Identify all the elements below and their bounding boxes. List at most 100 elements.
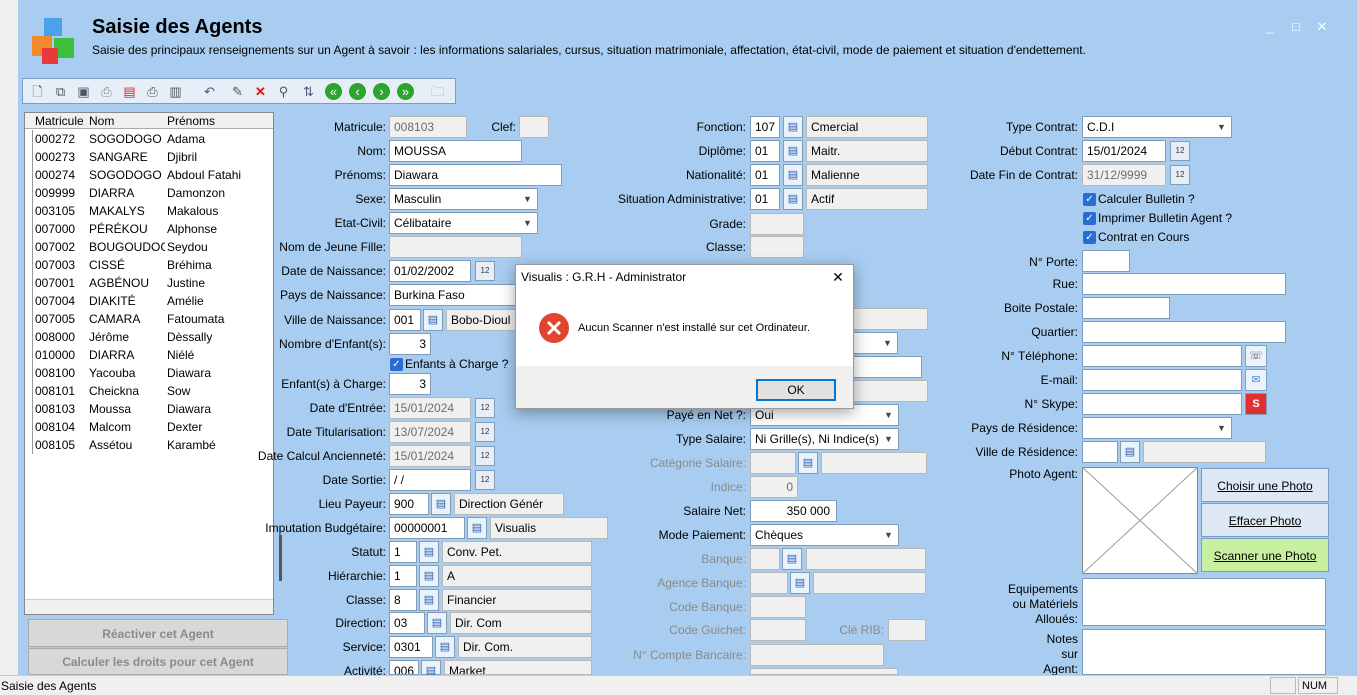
lookup-icon[interactable]: ▤	[427, 612, 447, 634]
calendar-icon[interactable]: 12	[475, 261, 495, 281]
lookup-icon[interactable]: ▤	[419, 589, 439, 611]
chevron-down-icon[interactable]: ▼	[519, 190, 536, 208]
nb-enfants-field[interactable]: 3	[389, 333, 431, 355]
lookup-icon[interactable]: ▤	[782, 548, 802, 570]
pdf-icon[interactable]: ▤	[121, 83, 138, 100]
search-icon[interactable]: ⚲	[275, 83, 292, 100]
clef-field[interactable]	[519, 116, 549, 138]
delete-icon[interactable]: ✕	[252, 83, 269, 100]
copy-icon[interactable]: ⧉	[52, 83, 69, 100]
debut-contrat-field[interactable]: 15/01/2024	[1082, 140, 1166, 162]
close-button[interactable]: ✕	[1314, 19, 1330, 35]
imputation-code[interactable]: 00000001	[389, 517, 465, 539]
enfants-charge-checkbox[interactable]: ✓	[390, 358, 403, 371]
lieu-payeur-code[interactable]: 900	[389, 493, 429, 515]
calendar-icon[interactable]: 12	[1170, 141, 1190, 161]
lookup-icon[interactable]: ▤	[1120, 441, 1140, 463]
table-row[interactable]: 008105 Assétou Karambé	[25, 436, 273, 454]
dialog-close-button[interactable]: ✕	[826, 267, 850, 287]
table-row[interactable]: 008101 Cheickna Sow	[25, 382, 273, 400]
edit-icon[interactable]: ✎	[229, 83, 246, 100]
row-marker[interactable]	[25, 418, 33, 436]
date-sortie-field[interactable]: / /	[389, 469, 471, 491]
table-row[interactable]: 007003 CISSÉ Bréhima	[25, 256, 273, 274]
direction-code[interactable]: 03	[389, 612, 425, 634]
nom-field[interactable]: MOUSSA	[389, 140, 522, 162]
skype-field[interactable]	[1082, 393, 1242, 415]
chevron-down-icon[interactable]: ▼	[519, 214, 536, 232]
print-preview-icon[interactable]: ⎙	[98, 83, 115, 100]
calendar-icon[interactable]: 12	[475, 470, 495, 490]
undo-icon[interactable]: ↶	[201, 83, 218, 100]
service-code[interactable]: 0301	[389, 636, 433, 658]
type-salaire-select[interactable]: Ni Grille(s), Ni Indice(s) ▼	[750, 428, 899, 450]
calculer-bulletin-checkbox[interactable]: ✓	[1083, 193, 1096, 206]
lookup-icon[interactable]: ▤	[783, 140, 803, 162]
row-marker[interactable]	[25, 328, 33, 346]
row-marker[interactable]	[25, 202, 33, 220]
table-row[interactable]: 000272 SOGODOGO Adama	[25, 130, 273, 148]
date-anciennete-field[interactable]: 15/01/2024	[389, 445, 471, 467]
lookup-icon[interactable]: ▤	[783, 188, 803, 210]
lookup-icon[interactable]: ▤	[421, 660, 441, 677]
email-icon[interactable]: ✉	[1245, 369, 1267, 391]
table-row[interactable]: 008103 Moussa Diawara	[25, 400, 273, 418]
boite-postale-field[interactable]	[1082, 297, 1170, 319]
enfants-charge-field[interactable]: 3	[389, 373, 431, 395]
reactivate-agent-button[interactable]: Réactiver cet Agent	[28, 619, 288, 647]
row-marker[interactable]	[25, 238, 33, 256]
nom-jeune-fille-field[interactable]	[389, 236, 522, 258]
lookup-icon[interactable]: ▤	[431, 493, 451, 515]
table-row[interactable]: 008000 Jérôme Dèssally	[25, 328, 273, 346]
row-marker[interactable]	[25, 274, 33, 292]
ville-naissance-code[interactable]: 001	[389, 309, 421, 331]
indice-field[interactable]: 0	[750, 476, 798, 498]
nationalite-code[interactable]: 01	[750, 164, 780, 186]
sexe-select[interactable]: Masculin ▼	[389, 188, 538, 210]
table-row[interactable]: 008100 Yacouba Diawara	[25, 364, 273, 382]
row-marker[interactable]	[25, 220, 33, 238]
refresh-icon[interactable]: ⇅	[300, 83, 317, 100]
phone-icon[interactable]: ☏	[1245, 345, 1267, 367]
erase-photo-button[interactable]: Effacer Photo	[1201, 503, 1329, 537]
row-marker[interactable]	[25, 148, 33, 166]
row-marker[interactable]	[25, 130, 33, 148]
skype-icon[interactable]: S	[1245, 393, 1267, 415]
grade-field[interactable]	[750, 213, 804, 235]
calendar-icon[interactable]: 12	[475, 446, 495, 466]
code-banque-field[interactable]	[750, 596, 806, 618]
column-header-prenoms[interactable]: Prénoms	[167, 113, 257, 129]
row-marker[interactable]	[25, 346, 33, 364]
folder-icon[interactable]: 🗀	[429, 83, 446, 100]
agent-list[interactable]: Matricule Nom Prénoms 000272 SOGODOGO Adam…	[24, 112, 274, 615]
type-contrat-select[interactable]: C.D.I ▼	[1082, 116, 1232, 138]
chevron-down-icon[interactable]: ▼	[1213, 118, 1230, 136]
table-row[interactable]: 000273 SANGARE Djibril	[25, 148, 273, 166]
code-guichet-field[interactable]	[750, 619, 806, 641]
grid-scrollbar[interactable]	[25, 599, 273, 614]
date-entree-field[interactable]: 15/01/2024	[389, 397, 471, 419]
prenoms-field[interactable]: Diawara	[389, 164, 562, 186]
lookup-icon[interactable]: ▤	[790, 572, 810, 594]
lookup-icon[interactable]: ▤	[419, 541, 439, 563]
notes-field[interactable]	[1082, 629, 1326, 675]
table-row[interactable]: 008104 Malcom Dexter	[25, 418, 273, 436]
first-icon[interactable]: «	[325, 83, 342, 100]
chevron-down-icon[interactable]: ▼	[1213, 419, 1230, 437]
column-header-matricule[interactable]: Matricule	[35, 113, 85, 129]
lookup-icon[interactable]: ▤	[423, 309, 443, 331]
row-marker[interactable]	[25, 310, 33, 328]
table-row[interactable]: 007002 BOUGOUDOG Seydou	[25, 238, 273, 256]
maximize-button[interactable]: □	[1288, 19, 1304, 35]
column-header-nom[interactable]: Nom	[89, 113, 159, 129]
ville-residence-code[interactable]	[1082, 441, 1118, 463]
calendar-icon[interactable]: 12	[475, 398, 495, 418]
mode-paiement-select[interactable]: Chèques ▼	[750, 524, 899, 546]
export-icon[interactable]: ▥	[167, 83, 184, 100]
rue-field[interactable]	[1082, 273, 1286, 295]
chevron-down-icon[interactable]: ▼	[879, 334, 896, 352]
lookup-icon[interactable]: ▤	[419, 565, 439, 587]
row-marker[interactable]	[25, 436, 33, 454]
next-icon[interactable]: ›	[373, 83, 390, 100]
banque-code[interactable]	[750, 548, 780, 570]
